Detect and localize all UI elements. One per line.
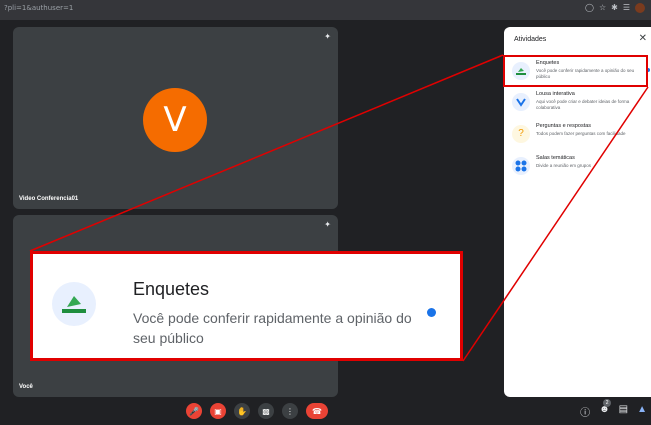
raise-hand-icon[interactable]: ✋ — [234, 403, 250, 419]
zoom-callout: Enquetes Você pode conferir rapidamente … — [30, 251, 463, 361]
participants-count: 2 — [603, 399, 612, 407]
mic-off-icon[interactable]: 🎤 — [186, 403, 202, 419]
new-indicator-dot — [427, 308, 436, 317]
participants-icon[interactable]: ☻ 2 — [599, 399, 612, 419]
more-options-icon[interactable]: ⋮ — [282, 403, 298, 419]
present-icon[interactable]: ▩ — [258, 403, 274, 419]
zoom-description: Você pode conferir rapidamente a opinião… — [133, 310, 412, 346]
camera-off-icon[interactable]: ▣ — [210, 403, 226, 419]
zoom-title: Enquetes — [133, 279, 210, 299]
info-icon[interactable]: ⓘ — [580, 404, 590, 419]
hang-up-icon[interactable]: ☎ — [306, 403, 328, 419]
chat-icon[interactable]: ▤ — [619, 404, 628, 419]
callout-connector-lines — [29, 54, 649, 362]
call-controls: 🎤 ▣ ✋ ▩ ⋮ ☎ — [186, 403, 328, 419]
poll-icon — [52, 282, 96, 326]
side-controls: ⓘ ☻ 2 ▤ ▲ — [580, 399, 647, 419]
activities-icon[interactable]: ▲ — [637, 404, 647, 419]
